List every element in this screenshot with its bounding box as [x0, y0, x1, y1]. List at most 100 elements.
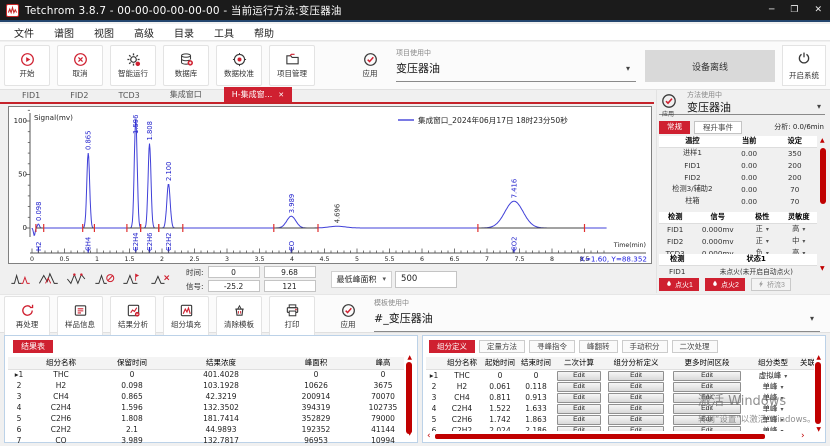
temperature-scrollbar[interactable]	[820, 148, 826, 204]
toolbar-button[interactable]: 智能运行	[110, 45, 156, 86]
definition-tab[interactable]: 手动积分	[622, 340, 668, 353]
edit-button[interactable]: Edit	[608, 393, 664, 403]
component-type-select[interactable]: 单峰▾	[746, 381, 800, 392]
table-row[interactable]: ▸1THC00EditEditEdit虚拟峰▾▾	[426, 369, 814, 381]
related-component-select[interactable]: ▾	[800, 381, 814, 392]
edit-button[interactable]: Edit	[608, 371, 664, 381]
table-row[interactable]: 7CO3.989132.78179695310994	[8, 435, 404, 446]
ignite-button[interactable]: 点火2	[705, 278, 745, 291]
time-from-field[interactable]: 0	[208, 266, 260, 278]
min-peak-area-select[interactable]: 最低峰面积 ▾	[331, 271, 393, 288]
related-component-select[interactable]: ▾	[800, 403, 814, 414]
device-offline-button[interactable]: 设备离线	[645, 50, 775, 82]
edit-button[interactable]: Edit	[557, 426, 601, 432]
min-peak-area-input[interactable]: 500	[395, 271, 457, 288]
table-row[interactable]: 5C2H61.808181.741435282979000	[8, 413, 404, 424]
menu-item[interactable]: 文件	[4, 24, 44, 41]
scroll-up-icon[interactable]: ▲	[820, 138, 825, 144]
component-type-select[interactable]: 单峰▾	[746, 392, 800, 403]
edit-button[interactable]: Edit	[608, 415, 664, 425]
table-row[interactable]: FID10.00200	[659, 159, 817, 171]
tab-results[interactable]: 结果表	[13, 340, 53, 353]
component-type-select[interactable]: 单峰▾	[746, 403, 800, 414]
menu-item[interactable]: 高级	[124, 24, 164, 41]
table-row[interactable]: 进样10.00350	[659, 147, 817, 159]
edit-button[interactable]: Edit	[608, 382, 664, 392]
table-row[interactable]: 2H20.098103.1928106263675	[8, 380, 404, 391]
table-row[interactable]: FID20.00200	[659, 171, 817, 183]
component-type-select[interactable]: 单峰▾	[746, 425, 800, 432]
edit-button[interactable]: Edit	[673, 371, 742, 381]
edit-button[interactable]: Edit	[673, 415, 742, 425]
edit-button[interactable]: Edit	[608, 404, 664, 414]
table-row[interactable]: 4C2H41.5221.633EditEditEdit单峰▾▾	[426, 403, 814, 414]
related-component-select[interactable]: ▾	[800, 369, 814, 381]
toolbar-button[interactable]: 清除模板	[216, 296, 262, 337]
chart-tab[interactable]: H-集成窗...✕	[224, 87, 292, 102]
scroll-right-icon[interactable]: ›	[801, 432, 805, 440]
scroll-down-icon[interactable]: ▼	[820, 266, 825, 272]
time-to-field[interactable]: 9.68	[264, 266, 316, 278]
component-type-select[interactable]: 虚拟峰▾	[746, 369, 800, 381]
definition-tab[interactable]: 定量方法	[479, 340, 525, 353]
chart-tab[interactable]: FID2	[62, 89, 96, 102]
method-select[interactable]: 应用 方法使用中 变压器油 ▾	[659, 90, 825, 115]
table-row[interactable]: FID20.000mv正▾中▾	[659, 235, 817, 247]
table-row[interactable]: 3CH40.8110.913EditEditEdit单峰▾▾	[426, 392, 814, 403]
toolbar-button[interactable]: 结果分析	[110, 296, 156, 337]
toolbar-button[interactable]: 组分填充	[163, 296, 209, 337]
edit-button[interactable]: Edit	[673, 404, 742, 414]
table-row[interactable]: 柱箱0.0070	[659, 195, 817, 207]
scroll-up-icon[interactable]: ▲	[407, 355, 412, 361]
minimize-icon[interactable]: ─	[769, 5, 774, 15]
chromatogram-panel[interactable]: 050100Signal(mv)集成窗口_2024年06月17日 18时23分5…	[8, 106, 652, 264]
definition-tab[interactable]: 寻峰指令	[529, 340, 575, 353]
menu-item[interactable]: 视图	[84, 24, 124, 41]
peak-overlap-icon[interactable]	[36, 269, 61, 289]
table-row[interactable]: ▸1THC0401.402800	[8, 369, 404, 380]
apply-project-button[interactable]: 应用	[352, 45, 388, 86]
chart-tab[interactable]: 集成窗口	[162, 87, 210, 102]
polarity-select[interactable]: 正▾	[744, 223, 780, 235]
edit-button[interactable]: Edit	[673, 382, 742, 392]
edit-button[interactable]: Edit	[557, 371, 601, 381]
sensitivity-select[interactable]: 中▾	[781, 235, 817, 247]
definition-vertical-scrollbar[interactable]	[815, 362, 821, 424]
edit-button[interactable]: Edit	[557, 382, 601, 392]
peak-cancel-icon[interactable]	[148, 269, 173, 289]
related-component-select[interactable]: ▾	[800, 392, 814, 403]
ignite-button[interactable]: 点火1	[659, 278, 699, 291]
definition-tab[interactable]: 组分定义	[429, 340, 475, 353]
apply-template-button[interactable]: 应用	[330, 296, 366, 337]
menu-item[interactable]: 谱图	[44, 24, 84, 41]
method-tab[interactable]: 常规	[659, 121, 690, 134]
peak-reject-icon[interactable]	[92, 269, 117, 289]
edit-button[interactable]: Edit	[673, 426, 742, 432]
menu-item[interactable]: 工具	[204, 24, 244, 41]
toolbar-button[interactable]: 打印	[269, 296, 315, 337]
scroll-up-icon[interactable]: ▲	[816, 355, 821, 361]
toolbar-button[interactable]: 样品信息	[57, 296, 103, 337]
toolbar-button[interactable]: 数据库	[163, 45, 209, 86]
table-row[interactable]: 6C2H22.144.989319235241144	[8, 424, 404, 435]
chart-tab[interactable]: FID1	[14, 89, 48, 102]
menu-item[interactable]: 目录	[164, 24, 204, 41]
chart-tab[interactable]: TCD3	[110, 89, 147, 102]
menu-item[interactable]: 帮助	[244, 24, 284, 41]
table-row[interactable]: 6C2H22.0242.186EditEditEdit单峰▾▾	[426, 425, 814, 432]
scroll-left-icon[interactable]: ‹	[427, 432, 431, 440]
table-row[interactable]: 2H20.0610.118EditEditEdit单峰▾▾	[426, 381, 814, 392]
definition-tab[interactable]: 峰翻转	[579, 340, 618, 353]
close-tab-icon[interactable]: ✕	[278, 91, 284, 99]
peak-split-icon[interactable]	[8, 269, 33, 289]
maximize-icon[interactable]: ❐	[790, 5, 798, 15]
toolbar-button[interactable]: 再处理	[4, 296, 50, 337]
toolbar-button[interactable]: 项目管理	[269, 45, 315, 86]
chromatogram-plot[interactable]: 050100Signal(mv)集成窗口_2024年06月17日 18时23分5…	[9, 107, 651, 263]
close-icon[interactable]: ✕	[814, 5, 822, 15]
edit-button[interactable]: Edit	[557, 404, 601, 414]
table-row[interactable]: 3CH40.86542.321920091470070	[8, 391, 404, 402]
toolbar-button[interactable]: 取消	[57, 45, 103, 86]
polarity-select[interactable]: 正▾	[744, 235, 780, 247]
signal-from-field[interactable]: -25.2	[208, 280, 260, 292]
